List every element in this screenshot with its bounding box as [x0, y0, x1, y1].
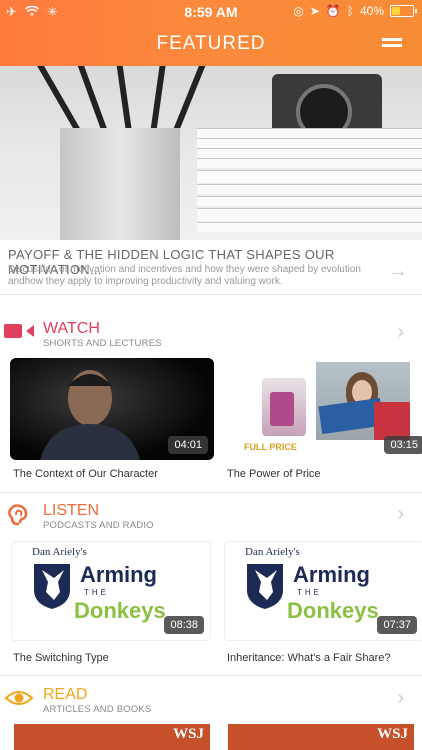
- featured-article[interactable]: PAYOFF & THE HIDDEN LOGIC THAT SHAPES OU…: [0, 240, 422, 295]
- listen-header[interactable]: LISTEN PODCASTS AND RADIO ›: [0, 500, 422, 534]
- battery-percent: 40%: [359, 4, 384, 18]
- podcast-artwork[interactable]: Dan Ariely's Arming THE Donkeys 07:37: [224, 541, 422, 641]
- podcast-duration: 08:38: [164, 616, 204, 634]
- read-header[interactable]: READ ARTICLES AND BOOKS ›: [0, 684, 422, 718]
- podcast-duration: 07:37: [377, 616, 417, 634]
- divider: [0, 492, 422, 493]
- podcast-author: Dan Ariely's: [245, 546, 300, 558]
- video-camera-icon: [4, 322, 36, 342]
- featured-hero-image[interactable]: [0, 66, 422, 240]
- alarm-icon: ⏰: [325, 4, 341, 18]
- podcast-artwork[interactable]: Dan Ariely's Arming THE Donkeys 08:38: [11, 541, 211, 641]
- video-title[interactable]: The Power of Price: [227, 468, 321, 480]
- status-bar: ✈ ✳ 8:59 AM ◎ ➤ ⏰ ᛒ 40%: [0, 4, 422, 20]
- donkey-logo-icon: [247, 564, 283, 609]
- podcast-title[interactable]: The Switching Type: [13, 652, 109, 664]
- bluetooth-icon: ᛒ: [346, 4, 354, 18]
- article-thumbnail[interactable]: WSJ: [228, 724, 414, 750]
- listen-title: LISTEN: [43, 502, 100, 519]
- arrow-right-icon[interactable]: →: [388, 260, 408, 283]
- page-title: FEATURED: [156, 33, 266, 54]
- read-section: READ ARTICLES AND BOOKS › WSJ WSJ: [0, 684, 422, 750]
- donkey-logo-icon: [34, 564, 70, 609]
- video-duration: 03:15: [384, 436, 422, 454]
- battery-icon: [390, 5, 417, 17]
- ear-icon: [4, 504, 36, 526]
- read-subtitle: ARTICLES AND BOOKS: [43, 704, 152, 715]
- featured-description: Discussion of motivation and incentives …: [8, 264, 361, 287]
- podcast-author: Dan Ariely's: [32, 546, 87, 558]
- full-price-label: FULL PRICE: [244, 442, 297, 452]
- video-thumbnail[interactable]: FULL PRICE 03:15: [226, 358, 422, 460]
- wsj-logo: WSJ: [173, 726, 204, 742]
- watch-title: WATCH: [43, 320, 100, 337]
- watch-subtitle: SHORTS AND LECTURES: [43, 338, 162, 349]
- video-duration: 04:01: [168, 436, 208, 454]
- wsj-logo: WSJ: [377, 726, 408, 742]
- listen-section: LISTEN PODCASTS AND RADIO › Dan Ariely's…: [0, 500, 422, 675]
- chevron-right-icon[interactable]: ›: [397, 503, 404, 526]
- video-thumbnail[interactable]: 04:01: [10, 358, 214, 460]
- chevron-right-icon[interactable]: ›: [397, 687, 404, 710]
- podcast-title[interactable]: Inheritance: What's a Fair Share?: [227, 652, 391, 664]
- chevron-right-icon[interactable]: ›: [397, 321, 404, 344]
- eye-icon: [4, 688, 36, 708]
- watch-header[interactable]: WATCH SHORTS AND LECTURES ›: [0, 318, 422, 352]
- rotation-lock-icon: ◎: [293, 4, 304, 18]
- listen-subtitle: PODCASTS AND RADIO: [43, 520, 154, 531]
- hamburger-menu-icon[interactable]: [382, 38, 402, 50]
- read-title: READ: [43, 686, 88, 703]
- divider: [0, 675, 422, 676]
- video-title[interactable]: The Context of Our Character: [13, 468, 158, 480]
- article-thumbnail[interactable]: WSJ: [14, 724, 210, 750]
- header-bar: ✈ ✳ 8:59 AM ◎ ➤ ⏰ ᛒ 40% FEATURED: [0, 0, 422, 66]
- location-icon: ➤: [309, 4, 320, 18]
- watch-section: WATCH SHORTS AND LECTURES › 04:01 The Co…: [0, 318, 422, 492]
